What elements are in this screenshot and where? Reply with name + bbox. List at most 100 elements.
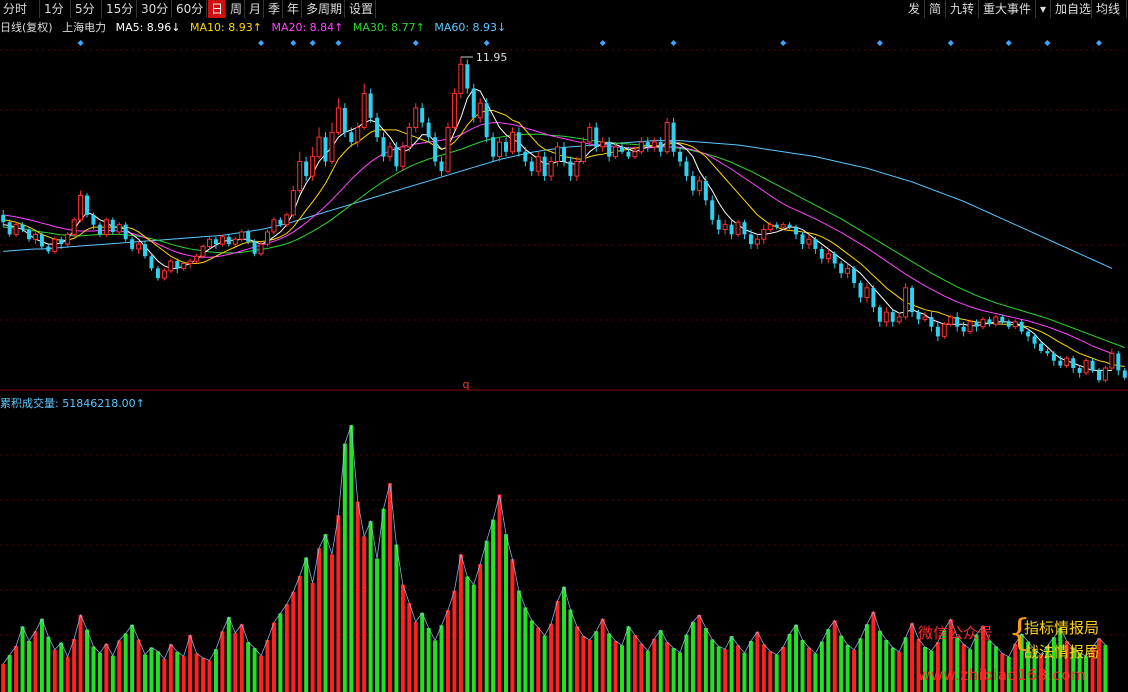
candle-body [1006, 321, 1011, 327]
volume-bar [832, 620, 837, 692]
volume-bar [813, 653, 818, 692]
candle-body [626, 151, 631, 157]
candle-body [761, 229, 767, 240]
candle-body [194, 255, 200, 262]
volume-bar [259, 655, 264, 692]
period-tab-2[interactable]: 5分 [72, 0, 102, 18]
signal-diamond [1005, 40, 1012, 46]
volume-bar [781, 646, 786, 692]
candle-body [877, 307, 882, 322]
candle-body [929, 316, 934, 327]
candle-body [825, 253, 831, 260]
candle-body [574, 160, 580, 177]
candle-body [916, 312, 921, 320]
volume-bar [665, 642, 670, 692]
candle-body [620, 146, 625, 152]
candle-body [503, 142, 508, 152]
toolbar-right-4[interactable]: ▾ [1037, 0, 1051, 18]
period-tab-12[interactable]: 设置 [346, 0, 376, 18]
volume-bar [639, 643, 644, 692]
candle-body [433, 137, 438, 162]
signal-diamond [599, 40, 606, 46]
volume-bar [284, 604, 289, 692]
candle-body [290, 190, 296, 216]
candle-body [136, 243, 142, 250]
candle-body [703, 180, 708, 201]
volume-bar [85, 629, 90, 692]
volume-bar [39, 618, 44, 692]
kline-chart[interactable]: q 11.95 [0, 0, 1128, 692]
candle-body [1032, 336, 1037, 344]
volume-bar [130, 624, 135, 692]
candle-body [1077, 367, 1082, 373]
signal-diamond [412, 40, 419, 46]
ma20-label: MA20: 8.84↑ [271, 21, 344, 34]
period-tab-7[interactable]: 周 [227, 0, 245, 18]
toolbar-right-3[interactable]: 重大事件 [980, 0, 1036, 18]
period-tab-9[interactable]: 季 [265, 0, 283, 18]
volume-bar [774, 654, 779, 692]
volume-bar [310, 583, 315, 692]
ma-legend: 日线(复权) 上海电力 MA5: 8.96↓ MA10: 8.93↑ MA20:… [0, 19, 512, 36]
ma60-label: MA60: 8.93↓ [434, 21, 507, 34]
candle-body [1038, 343, 1043, 351]
candle-body [806, 238, 812, 245]
volume-bar [278, 613, 283, 692]
volume-bar [349, 425, 354, 692]
candle-body [181, 263, 187, 269]
ma30-label: MA30: 8.77↑ [352, 21, 425, 34]
toolbar-right-0[interactable]: 发 [905, 0, 925, 18]
candle-body [130, 239, 135, 249]
volume-bar [768, 651, 773, 692]
candle-body [246, 231, 251, 242]
toolbar-right-5[interactable]: 加自选 [1052, 0, 1092, 18]
toolbar-right-2[interactable]: 九转 [947, 0, 979, 18]
volume-bar [574, 626, 579, 692]
period-tab-4[interactable]: 30分 [138, 0, 172, 18]
candle-body [232, 238, 238, 245]
volume-bar [536, 627, 541, 692]
period-tab-3[interactable]: 15分 [103, 0, 137, 18]
candle-body [85, 195, 90, 215]
candle-body [955, 316, 960, 327]
period-tab-6[interactable]: 日 [208, 0, 226, 18]
candle-body [123, 224, 128, 240]
toolbar-right-1[interactable]: 简 [926, 0, 946, 18]
candle-body [864, 287, 870, 299]
candle-body [774, 224, 779, 228]
toolbar-right-6[interactable]: 均线 [1093, 0, 1127, 18]
candle-body [65, 233, 71, 245]
volume-bar [168, 644, 173, 692]
volume-bar [581, 636, 586, 692]
candle-body [355, 126, 361, 143]
candle-body [580, 141, 586, 162]
volume-bar [761, 644, 766, 692]
candle-body [91, 214, 96, 225]
candle-body [52, 238, 58, 252]
period-tab-8[interactable]: 月 [246, 0, 264, 18]
period-tab-11[interactable]: 多周期 [303, 0, 345, 18]
candle-body [46, 246, 51, 252]
volume-bar [562, 586, 566, 692]
volume-bar [568, 609, 573, 692]
volume-bar [420, 612, 425, 692]
volume-bar [1103, 644, 1108, 692]
candle-body [767, 224, 773, 231]
candle-body [1109, 352, 1115, 369]
candle-body [349, 132, 354, 143]
period-tab-5[interactable]: 60分 [173, 0, 207, 18]
volume-bar [555, 600, 560, 692]
candle-body [1071, 358, 1076, 368]
candle-body [420, 108, 425, 123]
volume-bar [794, 624, 799, 692]
candle-body [980, 318, 986, 328]
volume-bar [684, 634, 689, 692]
candle-body [613, 146, 619, 158]
volume-bar [626, 626, 631, 692]
period-tab-1[interactable]: 1分 [41, 0, 71, 18]
period-tab-0[interactable]: 分时 [0, 0, 40, 18]
candle-body [368, 93, 373, 118]
volume-bar [394, 544, 399, 692]
period-tab-10[interactable]: 年 [284, 0, 302, 18]
volume-bar [864, 624, 869, 692]
